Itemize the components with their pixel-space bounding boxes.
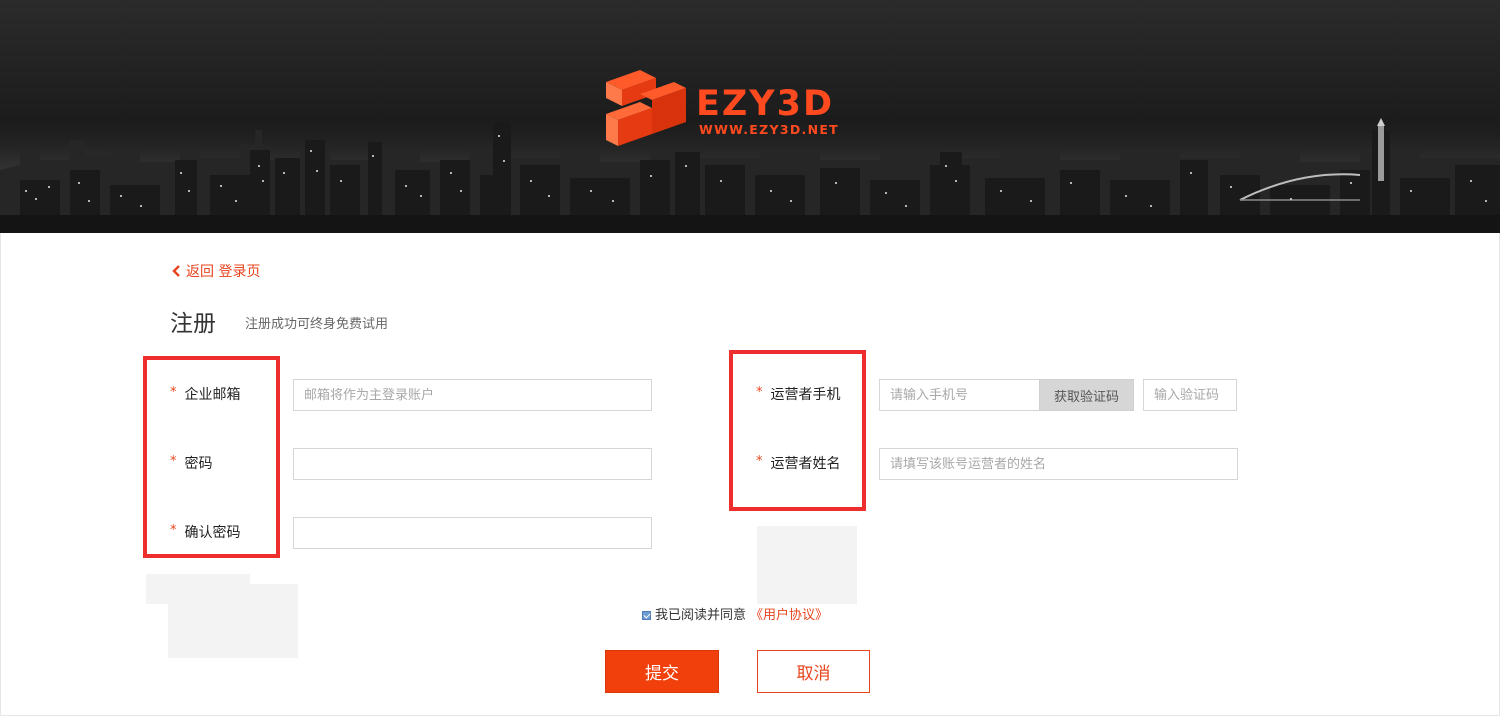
ezy3d-logo: EZY3D WWW.EZY3D.NET [600, 64, 870, 154]
required-mark: * [170, 522, 177, 538]
field-label-confirm-password: * 确认密码 [170, 522, 241, 542]
field-label-operator-name: * 运营者姓名 [756, 453, 841, 473]
page-subtitle: 注册成功可终身免费试用 [245, 317, 389, 332]
field-label-password: * 密码 [170, 453, 213, 473]
faded-block [757, 526, 857, 604]
confirm-password-input[interactable] [293, 517, 652, 549]
password-input[interactable] [293, 448, 652, 480]
get-verification-code-button[interactable]: 获取验证码 [1039, 379, 1134, 411]
required-mark: * [170, 453, 177, 469]
required-mark: * [756, 384, 763, 400]
page-title: 注册 [170, 311, 216, 337]
logo-mark-icon [606, 70, 686, 146]
field-label-text: 运营者手机 [770, 387, 841, 403]
email-input[interactable] [293, 379, 652, 411]
highlight-box-right-labels [729, 350, 866, 511]
agreement-text: 我已阅读并同意 [655, 608, 747, 623]
agreement-row: 我已阅读并同意 《用户协议》 [642, 604, 828, 623]
brand-name: EZY3D [696, 84, 835, 124]
verification-code-input[interactable] [1143, 379, 1237, 411]
hero-banner: EZY3D WWW.EZY3D.NET [0, 0, 1500, 233]
cancel-button[interactable]: 取消 [757, 650, 870, 693]
chevron-left-icon [172, 265, 180, 277]
agreement-checkbox[interactable] [642, 611, 651, 620]
field-label-operator-phone: * 运营者手机 [756, 384, 841, 404]
faded-block [168, 584, 298, 658]
required-mark: * [756, 453, 763, 469]
brand-url: WWW.EZY3D.NET [699, 122, 839, 137]
field-label-text: 确认密码 [184, 525, 241, 541]
frame-left-line [0, 233, 1, 716]
field-label-text: 运营者姓名 [770, 456, 841, 472]
back-link-label: 返回 登录页 [186, 264, 261, 280]
submit-button[interactable]: 提交 [605, 650, 719, 693]
field-label-email: * 企业邮箱 [170, 384, 241, 404]
field-label-text: 密码 [184, 456, 213, 472]
back-to-login-link[interactable]: 返回 登录页 [170, 261, 260, 281]
user-agreement-link[interactable]: 《用户协议》 [750, 604, 828, 623]
operator-phone-input[interactable] [879, 379, 1040, 411]
operator-name-input[interactable] [879, 448, 1238, 480]
field-label-text: 企业邮箱 [184, 387, 241, 403]
required-mark: * [170, 384, 177, 400]
